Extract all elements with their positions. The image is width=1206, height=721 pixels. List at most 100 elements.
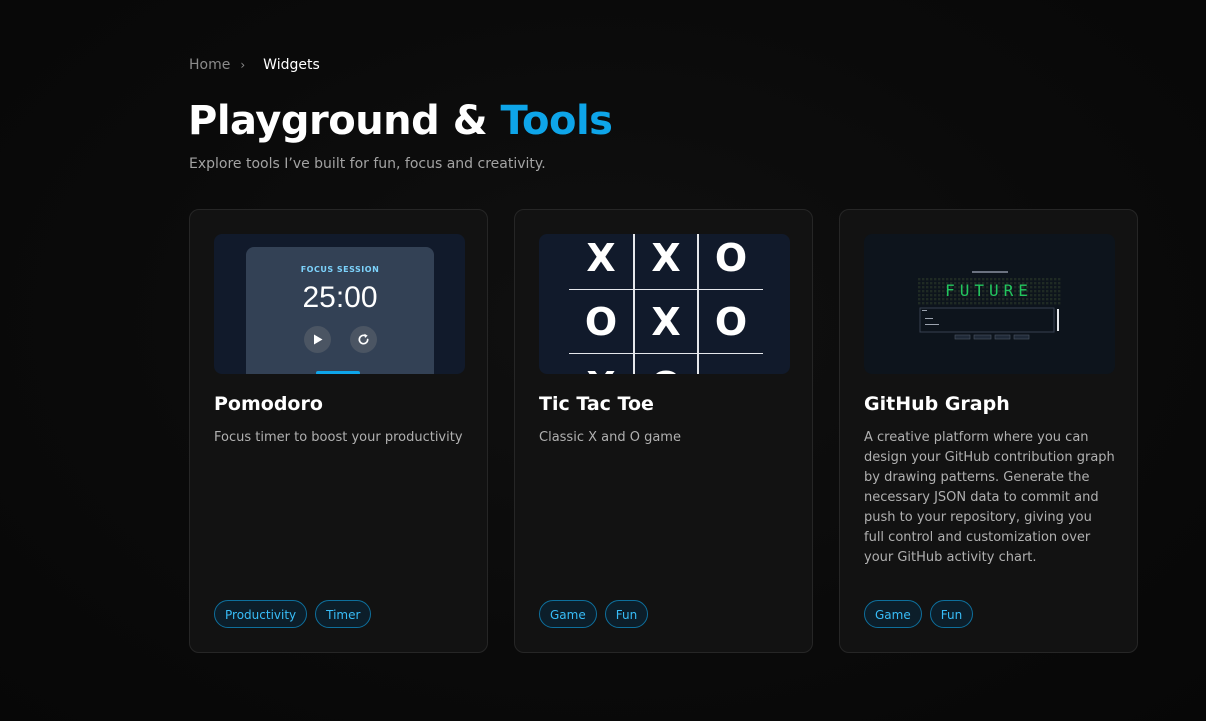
- breadcrumb: Home › Widgets: [189, 57, 320, 73]
- board-cell: [699, 354, 763, 374]
- board-cell: X: [651, 236, 681, 280]
- contribution-cell: [930, 302, 933, 305]
- contribution-cell: [1038, 282, 1041, 285]
- contribution-cell: [1038, 298, 1041, 301]
- contribution-cell: [1022, 302, 1025, 305]
- contribution-cell: [1038, 286, 1041, 289]
- contribution-cell: [942, 278, 945, 281]
- play-icon: [304, 326, 331, 353]
- contribution-cell: [1050, 286, 1053, 289]
- contribution-cell: [918, 302, 921, 305]
- contribution-cell: [930, 282, 933, 285]
- contribution-cell: [926, 294, 929, 297]
- contribution-cell: [1034, 302, 1037, 305]
- card-pomodoro[interactable]: FOCUS SESSION 25:00 Pomodoro Focus timer…: [189, 209, 488, 653]
- tag: Fun: [604, 600, 649, 628]
- card-title: Tic Tac Toe: [539, 393, 654, 415]
- card-github-graph[interactable]: FUTURE GitHub Graph A creative platform …: [839, 209, 1138, 653]
- contribution-cell: [998, 302, 1001, 305]
- contribution-cell: [970, 302, 973, 305]
- reset-icon: [350, 326, 377, 353]
- page-title-accent: Tools: [500, 98, 613, 144]
- contribution-cell: [934, 282, 937, 285]
- contribution-cell: [1018, 302, 1021, 305]
- pomodoro-preview-time: 25:00: [302, 281, 378, 314]
- contribution-cell: [938, 298, 941, 301]
- contribution-cell: [1046, 294, 1049, 297]
- contribution-cell: [1042, 294, 1045, 297]
- tag: Productivity: [214, 600, 308, 628]
- contribution-cell: [934, 278, 937, 281]
- board-cell: X: [569, 354, 633, 374]
- tag: Fun: [929, 600, 974, 628]
- contribution-cell: [930, 298, 933, 301]
- contribution-cell: [918, 282, 921, 285]
- contribution-cell: [958, 302, 961, 305]
- contribution-cell: [1038, 278, 1041, 281]
- board-cell: O: [584, 300, 618, 344]
- contribution-cell: [930, 278, 933, 281]
- contribution-cell: [978, 302, 981, 305]
- contribution-cell: [1030, 302, 1033, 305]
- github-graph-preview-canvas: FUTURE: [918, 271, 1061, 340]
- contribution-cell: [1054, 294, 1057, 297]
- card-description: Classic X and O game: [539, 430, 681, 445]
- tag-list: Productivity Timer: [214, 600, 372, 628]
- contribution-cell: [934, 302, 937, 305]
- card-title: Pomodoro: [214, 393, 323, 415]
- contribution-cell: [1038, 290, 1041, 293]
- contribution-cell: [918, 278, 921, 281]
- contribution-cell: [942, 294, 945, 297]
- pomodoro-preview-label: FOCUS SESSION: [300, 265, 380, 274]
- contribution-cell: [1042, 286, 1045, 289]
- contribution-cell: [1038, 302, 1041, 305]
- contribution-cell: [1014, 302, 1017, 305]
- contribution-cell: [922, 286, 925, 289]
- contribution-cell: [938, 302, 941, 305]
- contribution-cell: [1054, 302, 1057, 305]
- contribution-cell: [930, 286, 933, 289]
- contribution-cell: [954, 302, 957, 305]
- contribution-cell: [1058, 286, 1061, 289]
- contribution-cell: [1058, 278, 1061, 281]
- card-description: Focus timer to boost your productivity: [214, 430, 463, 445]
- contribution-cell: [946, 302, 949, 305]
- contribution-cell: [938, 282, 941, 285]
- contribution-cell: [1006, 302, 1009, 305]
- contribution-cell: [942, 298, 945, 301]
- contribution-cell: [934, 294, 937, 297]
- contribution-cell: [922, 278, 925, 281]
- contribution-cell: [934, 298, 937, 301]
- contribution-cell: [926, 298, 929, 301]
- contribution-cell: [938, 286, 941, 289]
- contribution-cell: [918, 290, 921, 293]
- contribution-cell: [1046, 282, 1049, 285]
- contribution-cell: [918, 294, 921, 297]
- contribution-cell: [934, 290, 937, 293]
- contribution-cell: [1042, 278, 1045, 281]
- contribution-cell: [1038, 294, 1041, 297]
- board-cell: O: [714, 300, 748, 344]
- contribution-cell: [934, 286, 937, 289]
- tag: Game: [864, 600, 922, 628]
- contribution-cell: [1050, 294, 1053, 297]
- contribution-cell: [938, 290, 941, 293]
- contribution-cell: [1034, 290, 1037, 293]
- contribution-cell: [1034, 282, 1037, 285]
- contribution-cell: [1058, 298, 1061, 301]
- contribution-cell: [930, 290, 933, 293]
- breadcrumb-home-link[interactable]: Home: [189, 57, 230, 73]
- contribution-cell: [918, 298, 921, 301]
- contribution-cell: [1042, 282, 1045, 285]
- contribution-cell: [1034, 286, 1037, 289]
- contribution-cell: [918, 286, 921, 289]
- board-cell: X: [586, 236, 616, 280]
- contribution-cell: [1058, 282, 1061, 285]
- contribution-cell: [966, 302, 969, 305]
- card-tic-tac-toe[interactable]: X X O O X O X O Tic Tac Toe Classic X an…: [514, 209, 813, 653]
- contribution-cell: [1058, 294, 1061, 297]
- contribution-cell: [1034, 294, 1037, 297]
- pomodoro-preview-panel: FOCUS SESSION 25:00: [246, 247, 434, 374]
- contribution-cell: [994, 302, 997, 305]
- contribution-cell: [942, 302, 945, 305]
